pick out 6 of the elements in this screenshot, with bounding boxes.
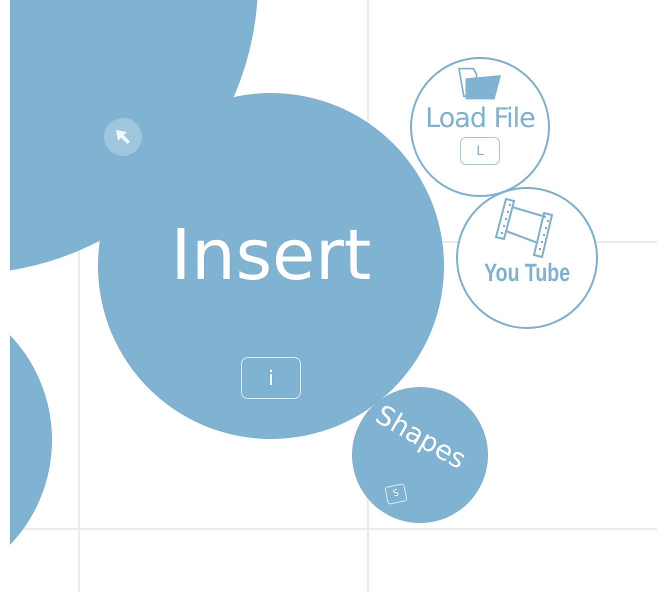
key-hint: L: [460, 137, 500, 165]
key-hint: S: [384, 483, 408, 505]
key-hint: i: [241, 357, 301, 399]
cursor-icon[interactable]: [104, 118, 142, 156]
load-file-button[interactable]: Load File L: [410, 57, 550, 197]
video-button[interactable]: You Tube: [456, 187, 598, 329]
